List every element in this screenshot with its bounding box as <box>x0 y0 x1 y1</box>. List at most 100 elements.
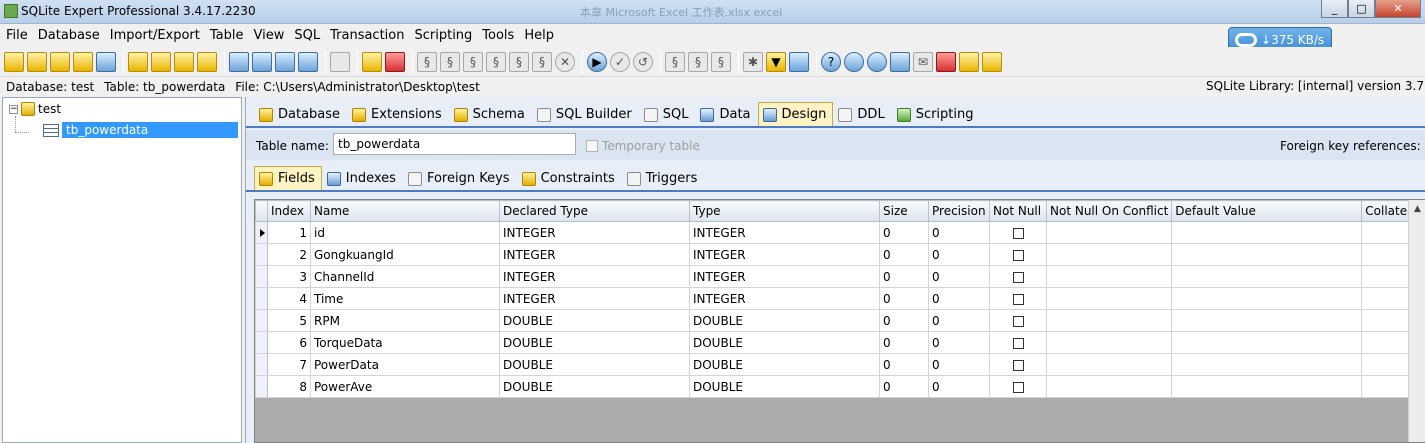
table-row[interactable]: 4 Time INTEGER INTEGER 0 0 <box>255 287 1413 310</box>
update-icon[interactable] <box>867 51 887 72</box>
cell-not-null-on-conflict[interactable] <box>1045 265 1173 288</box>
menu-file[interactable]: File <box>2 26 32 45</box>
cell-default-value[interactable] <box>1171 309 1363 332</box>
feedback-icon[interactable] <box>890 51 910 72</box>
cell-collate[interactable] <box>1361 221 1413 244</box>
cell-precision[interactable]: 0 <box>928 375 990 398</box>
tab-sql[interactable]: SQL <box>639 102 696 126</box>
cell-collate[interactable] <box>1361 331 1413 354</box>
encrypt-icon[interactable] <box>197 51 217 72</box>
cell-precision[interactable]: 0 <box>928 243 990 266</box>
cell-not-null-on-conflict[interactable] <box>1045 375 1173 398</box>
cell-index[interactable]: 2 <box>267 243 311 266</box>
menu-scripting[interactable]: Scripting <box>410 26 476 45</box>
tab-scripting[interactable]: Scripting <box>892 102 981 126</box>
tab-sql-builder[interactable]: SQL Builder <box>532 102 639 126</box>
not-null-checkbox[interactable] <box>1012 249 1024 261</box>
tab-database[interactable]: Database <box>254 102 347 126</box>
cell-index[interactable]: 8 <box>267 375 311 398</box>
cell-index[interactable]: 5 <box>267 309 311 332</box>
not-null-checkbox[interactable] <box>1012 359 1024 371</box>
column-header-size[interactable]: Size <box>879 200 929 222</box>
cell-declared-type[interactable]: INTEGER <box>499 287 690 310</box>
cell-size[interactable]: 0 <box>879 353 929 376</box>
subtab-foreign-keys[interactable]: Foreign Keys <box>403 166 517 190</box>
cell-collate[interactable] <box>1361 287 1413 310</box>
cell-not-null[interactable] <box>989 265 1047 288</box>
table-name-input[interactable] <box>333 133 576 155</box>
cell-size[interactable]: 0 <box>879 375 929 398</box>
cell-precision[interactable]: 0 <box>928 265 990 288</box>
design-table-icon[interactable] <box>252 51 272 72</box>
refresh-database-icon[interactable] <box>96 51 116 72</box>
cell-precision[interactable]: 0 <box>928 353 990 376</box>
about-icon[interactable] <box>982 51 1002 72</box>
menu-view[interactable]: View <box>250 26 289 45</box>
cell-index[interactable]: 4 <box>267 287 311 310</box>
script-trace-icon[interactable]: § <box>532 51 552 72</box>
cell-not-null[interactable] <box>989 221 1047 244</box>
row-indicator[interactable] <box>255 331 268 354</box>
cell-declared-type[interactable]: DOUBLE <box>499 353 690 376</box>
maximize-button[interactable]: □ <box>1348 0 1375 18</box>
cell-type[interactable]: DOUBLE <box>689 331 880 354</box>
row-indicator[interactable] <box>255 265 268 288</box>
cell-default-value[interactable] <box>1171 287 1363 310</box>
tab-data[interactable]: Data <box>695 102 757 126</box>
cell-collate[interactable] <box>1361 265 1413 288</box>
cell-index[interactable]: 1 <box>267 221 311 244</box>
cell-precision[interactable]: 0 <box>928 331 990 354</box>
cell-type[interactable]: DOUBLE <box>689 309 880 332</box>
table-row[interactable]: 8 PowerAve DOUBLE DOUBLE 0 0 <box>255 375 1413 398</box>
table-row[interactable]: 3 ChannelId INTEGER INTEGER 0 0 <box>255 265 1413 288</box>
tree-node-database[interactable]: − test <box>9 102 61 116</box>
sql-explain-icon[interactable]: § <box>711 51 731 72</box>
row-indicator[interactable] <box>255 353 268 376</box>
cell-default-value[interactable] <box>1171 265 1363 288</box>
cell-collate[interactable] <box>1361 375 1413 398</box>
cell-size[interactable]: 0 <box>879 221 929 244</box>
sql-format-icon[interactable]: § <box>688 51 708 72</box>
minimize-button[interactable]: _ <box>1321 0 1348 18</box>
tab-design[interactable]: Design <box>757 102 834 126</box>
menu-import-export[interactable]: Import/Export <box>106 26 204 45</box>
tab-extensions[interactable]: Extensions <box>347 102 449 126</box>
report-icon[interactable] <box>385 51 405 72</box>
new-view-icon[interactable] <box>275 51 295 72</box>
cell-declared-type[interactable]: INTEGER <box>499 265 690 288</box>
collapse-icon[interactable]: − <box>9 104 18 114</box>
column-header-index[interactable]: Index <box>267 200 311 222</box>
cell-not-null[interactable] <box>989 243 1047 266</box>
not-null-checkbox[interactable] <box>1012 271 1024 283</box>
cell-default-value[interactable] <box>1171 353 1363 376</box>
backup-icon[interactable] <box>151 51 171 72</box>
row-indicator[interactable] <box>255 221 268 244</box>
cell-type[interactable]: INTEGER <box>689 287 880 310</box>
cell-declared-type[interactable]: DOUBLE <box>499 309 690 332</box>
row-indicator[interactable] <box>255 243 268 266</box>
not-null-checkbox[interactable] <box>1012 315 1024 327</box>
cell-collate[interactable] <box>1361 353 1413 376</box>
row-indicator[interactable] <box>255 375 268 398</box>
new-database-icon[interactable] <box>4 51 24 72</box>
column-header-name[interactable]: Name <box>310 200 500 222</box>
tab-schema[interactable]: Schema <box>449 102 532 126</box>
restore-icon[interactable] <box>174 51 194 72</box>
column-header-declared-type[interactable]: Declared Type <box>499 200 690 222</box>
cell-default-value[interactable] <box>1171 221 1363 244</box>
play-icon[interactable]: ▶ <box>587 51 607 72</box>
not-null-checkbox[interactable] <box>1012 227 1024 239</box>
cell-name[interactable]: RPM <box>310 309 500 332</box>
tab-ddl[interactable]: DDL <box>833 102 891 126</box>
cell-name[interactable]: id <box>310 221 500 244</box>
table-row[interactable]: 7 PowerData DOUBLE DOUBLE 0 0 <box>255 353 1413 376</box>
menu-tools[interactable]: Tools <box>478 26 518 45</box>
menu-transaction[interactable]: Transaction <box>326 26 408 45</box>
attach-database-icon[interactable] <box>50 51 70 72</box>
commit-icon[interactable]: ✓ <box>610 51 630 72</box>
cell-size[interactable]: 0 <box>879 265 929 288</box>
table-row[interactable]: 5 RPM DOUBLE DOUBLE 0 0 <box>255 309 1413 332</box>
settings-gear-icon[interactable]: ✱ <box>743 51 763 72</box>
cell-not-null[interactable] <box>989 353 1047 376</box>
row-indicator[interactable] <box>255 287 268 310</box>
